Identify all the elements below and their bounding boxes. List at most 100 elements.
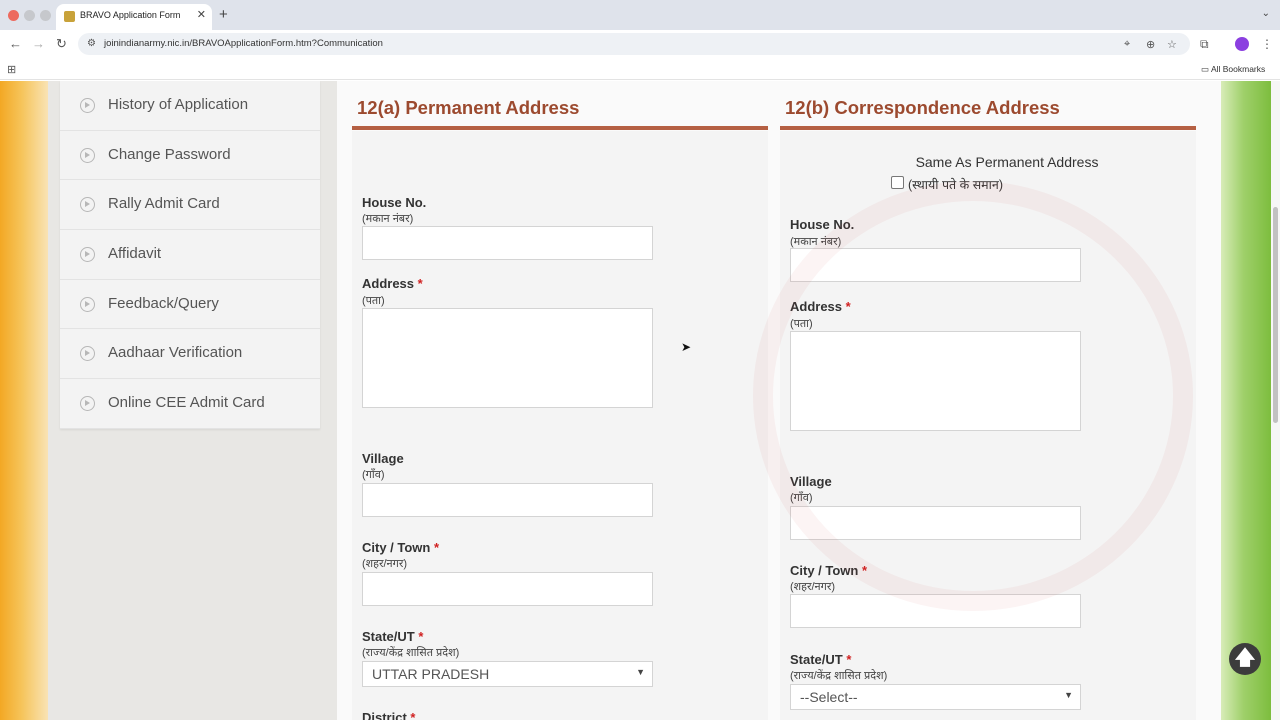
extensions-icon[interactable]: ⧉ [1200, 37, 1209, 52]
state-hindi-label: (राज्य/केंद्र शासित प्रदेश) [362, 647, 460, 659]
tab-title: BRAVO Application Form [80, 10, 181, 20]
site-favicon-icon [64, 11, 75, 22]
address-hindi-label: (पता) [790, 318, 813, 330]
village-label: Village [790, 474, 832, 489]
address-bar[interactable]: ⚙ joinindianarmy.nic.in/BRAVOApplication… [78, 33, 1190, 55]
permanent-state-select[interactable]: UTTAR PRADESH ▼ [362, 661, 653, 687]
city-label-text: City / Town [362, 540, 431, 555]
scroll-to-top-button[interactable]: 🡅 [1229, 643, 1261, 675]
required-asterisk: * [418, 629, 424, 644]
address-label: Address * [362, 276, 423, 291]
sidebar-item-history-of-application[interactable]: History of Application [60, 81, 320, 131]
tab-search-chevron-icon[interactable]: ⌄ [1262, 8, 1270, 19]
browser-tab[interactable]: BRAVO Application Form ✕ [56, 4, 212, 30]
more-menu-icon[interactable]: ⋮ [1261, 37, 1273, 51]
sidebar-item-label: History of Application [108, 96, 249, 113]
city-hindi-label: (शहर/नगर) [790, 581, 835, 593]
house-no-label: House No. [790, 217, 855, 232]
sidebar-item-online-cee-admit-card[interactable]: Online CEE Admit Card [60, 379, 320, 429]
reload-icon[interactable]: ↻ [56, 36, 67, 52]
correspondence-address-panel: Same As Permanent Address (स्थायी पते के… [780, 131, 1196, 720]
all-bookmarks-link[interactable]: ▭ All Bookmarks [1201, 64, 1265, 75]
minimize-window-button[interactable] [24, 10, 35, 21]
circle-arrow-icon [80, 247, 95, 263]
scrollbar-thumb[interactable] [1273, 207, 1278, 423]
correspondence-city-input[interactable] [790, 594, 1081, 628]
sidebar-item-change-password[interactable]: Change Password [60, 131, 320, 181]
permanent-address-panel: House No. (मकान नंबर) Address * (पता) Vi… [352, 131, 768, 720]
district-label-text: District [362, 710, 407, 720]
sidebar-item-rally-admit-card[interactable]: Rally Admit Card [60, 180, 320, 231]
maximize-window-button[interactable] [40, 10, 51, 21]
url-text[interactable]: joinindianarmy.nic.in/BRAVOApplicationFo… [104, 38, 383, 49]
sidebar-item-label: Feedback/Query [108, 294, 219, 312]
circle-arrow-icon [80, 197, 95, 213]
address-label-text: Address [790, 299, 843, 314]
village-label: Village [362, 451, 404, 466]
required-asterisk: * [845, 299, 851, 314]
bookmark-star-icon[interactable]: ☆ [1167, 38, 1177, 51]
correspondence-address-section: 12(b) Correspondence Address Same As Per… [780, 81, 1196, 720]
city-label: City / Town * [790, 563, 867, 578]
mouse-cursor-icon: ➤ [681, 340, 692, 354]
permanent-city-input[interactable] [362, 572, 653, 606]
close-tab-icon[interactable]: ✕ [197, 8, 206, 21]
permanent-address-textarea[interactable] [362, 308, 653, 408]
permanent-village-input[interactable] [362, 483, 653, 517]
state-hindi-label: (राज्य/केंद्र शासित प्रदेश) [790, 670, 888, 682]
circle-arrow-icon [80, 346, 95, 362]
site-settings-icon[interactable]: ⚙ [87, 38, 96, 49]
sidebar-item-aadhaar-verification[interactable]: Aadhaar Verification [60, 329, 320, 380]
sidebar-item-label: Change Password [108, 145, 231, 163]
state-label-text: State/UT [362, 629, 415, 644]
same-as-permanent-label: Same As Permanent Address [915, 154, 1099, 170]
chevron-down-icon: ▼ [1064, 690, 1073, 700]
sidebar-item-feedback-query[interactable]: Feedback/Query [60, 280, 320, 330]
correspondence-state-select[interactable]: --Select-- ▼ [790, 684, 1081, 710]
sidebar-item-label: Online CEE Admit Card [108, 394, 265, 412]
new-tab-icon[interactable]: + [219, 6, 228, 23]
required-asterisk: * [846, 652, 852, 667]
house-no-hindi-label: (मकान नंबर) [362, 213, 414, 225]
browser-toolbar: ← → ↻ ⚙ joinindianarmy.nic.in/BRAVOAppli… [0, 30, 1280, 58]
page-scrollbar[interactable] [1271, 81, 1280, 720]
main-form-content: 12(a) Permanent Address House No. (मकान … [337, 81, 1221, 720]
same-as-permanent-checkbox[interactable] [891, 176, 904, 189]
permanent-house-no-input[interactable] [362, 226, 653, 260]
district-label: District * [362, 710, 415, 720]
sidebar-item-label: Affidavit [108, 245, 162, 263]
sidebar-item-label: Aadhaar Verification [108, 344, 243, 362]
correspondence-address-textarea[interactable] [790, 331, 1081, 431]
bookmarks-bar: ⊞ ▭ All Bookmarks [0, 58, 1280, 80]
sidebar-menu: History of Application Change Password R… [60, 81, 320, 429]
apps-grid-icon[interactable]: ⊞ [7, 63, 16, 76]
section-title: 12(b) Correspondence Address [785, 97, 1060, 118]
section-divider [780, 126, 1196, 130]
profile-avatar[interactable] [1235, 37, 1249, 51]
selected-state-value: UTTAR PRADESH [372, 666, 490, 682]
correspondence-house-no-input[interactable] [790, 248, 1081, 282]
correspondence-village-input[interactable] [790, 506, 1081, 540]
sidebar-item-affidavit[interactable]: Affidavit [60, 230, 320, 280]
city-hindi-label: (शहर/नगर) [362, 558, 407, 570]
required-asterisk: * [410, 710, 416, 720]
back-arrow-icon[interactable]: ← [9, 36, 22, 51]
zoom-icon[interactable]: ⊕ [1146, 38, 1155, 51]
chevron-down-icon: ▼ [636, 667, 645, 677]
address-label-text: Address [362, 276, 415, 291]
section-title: 12(a) Permanent Address [357, 97, 580, 118]
state-label: State/UT * [790, 652, 851, 667]
selected-state-value: --Select-- [800, 689, 858, 705]
close-window-button[interactable] [8, 10, 19, 21]
address-label: Address * [790, 299, 851, 314]
forward-arrow-icon[interactable]: → [32, 36, 45, 51]
city-label: City / Town * [362, 540, 439, 555]
circle-arrow-icon [80, 98, 95, 113]
sidebar-area: History of Application Change Password R… [48, 81, 337, 720]
browser-tab-bar: BRAVO Application Form ✕ + ⌄ [0, 0, 1280, 30]
location-icon[interactable]: ⌖ [1124, 38, 1130, 51]
required-asterisk: * [862, 563, 868, 578]
section-divider [352, 126, 768, 130]
house-no-hindi-label: (मकान नंबर) [790, 236, 842, 248]
address-hindi-label: (पता) [362, 295, 385, 307]
